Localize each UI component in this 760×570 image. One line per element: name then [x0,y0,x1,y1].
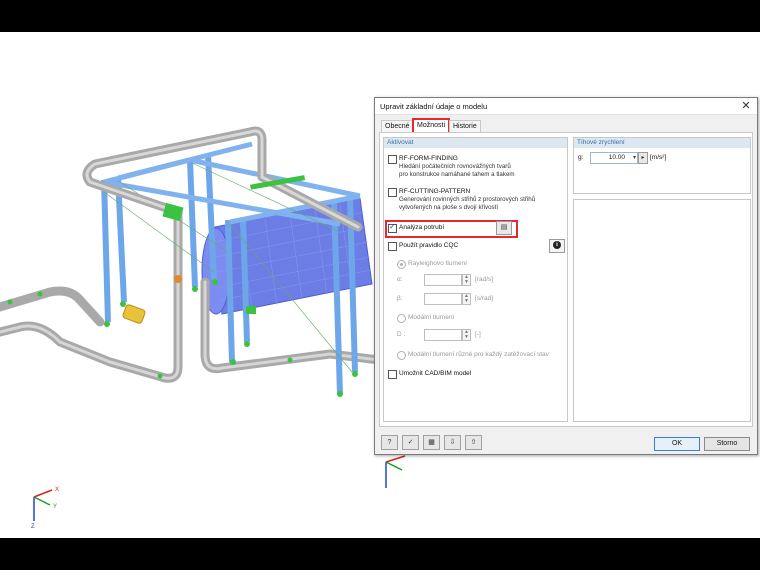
activate-group: Aktivovat RF-FORM-FINDING Hledání počáte… [383,137,568,422]
help-button[interactable]: ? [381,435,398,450]
d-symbol: D : [397,331,406,338]
export-button[interactable]: ⇧ [465,435,482,450]
d-spinner[interactable]: ▲ ▼ [462,329,471,341]
axis-z-label: Z [31,524,35,530]
check-button[interactable]: ✓ [402,435,419,450]
alpha-unit: [rad/s] [475,276,494,283]
modal-each-label: Modální tlumení různé pro každý zatěžova… [408,351,549,358]
beta-symbol: β: [397,295,403,302]
letterbox-bottom [0,538,760,570]
form-finding-desc-2: pro konstrukce namáhané tahem a tlakem [399,171,515,178]
modal-each-radio[interactable] [397,351,406,360]
chevron-down-icon[interactable]: ▾ [633,153,636,163]
empty-group [573,199,751,422]
rayleigh-label: Rayleighovo tlumení [408,260,467,267]
cad-bim-checkbox[interactable] [388,370,397,379]
beta-input[interactable] [424,293,462,305]
d-unit: [-] [475,331,481,338]
gravity-group: Tíhové zrychlení g: 10.00 ▾ ▸ [m/s²] [573,137,751,194]
alpha-input[interactable] [424,274,462,286]
model-base-data-dialog: Upravit základní údaje o modelu ✕ Obecné… [374,97,758,455]
axis-x-label: X [55,487,59,493]
gravity-symbol: g: [578,154,584,161]
gravity-arrow-button[interactable]: ▸ [638,152,648,164]
gravity-group-header: Tíhové zrychlení [574,138,750,148]
beta-spinner[interactable]: ▲ ▼ [462,293,471,305]
cutting-pattern-desc-2: vytvořených na ploše s dvojí křivostí [399,204,499,211]
cqc-checkbox[interactable] [388,242,397,251]
beta-unit: [s/rad] [475,295,494,302]
pipe-analysis-checkbox[interactable] [388,222,397,233]
table-button[interactable]: ▦ [423,435,440,450]
axis-triad-left: X Y Z [31,487,59,530]
axis-y-label: Y [53,504,57,510]
activate-group-header: Aktivovat [384,138,567,148]
valve [174,275,182,283]
dialog-title-bar[interactable]: Upravit základní údaje o modelu ✕ [375,98,757,115]
info-icon[interactable]: i [549,239,565,253]
cutting-pattern-desc-1: Generování rovinných střihů z prostorový… [399,196,536,203]
d-input[interactable] [424,329,462,341]
gravity-value: 10.00 [608,154,625,161]
gravity-input[interactable]: 10.00 ▾ [590,152,638,164]
form-finding-desc-1: Hledání počátečních rovnovážných tvarů [399,163,511,170]
modal-damping-label: Modální tlumení [408,314,455,321]
cutting-pattern-checkbox[interactable] [388,188,397,197]
dialog-title: Upravit základní údaje o modelu [380,102,488,111]
ok-button[interactable]: OK [654,437,700,451]
cqc-label: Použít pravidlo CQC [399,242,459,249]
gravity-unit: [m/s²] [650,154,667,161]
pipe-analysis-label: Analýza potrubí [399,224,445,231]
modal-damping-radio[interactable] [397,314,406,323]
coupling [122,304,146,324]
letterbox-top [0,0,760,32]
rayleigh-radio[interactable] [397,260,406,269]
cancel-button[interactable]: Storno [704,437,750,451]
cad-bim-label: Umožnit CAD/BIM model [399,370,472,377]
form-finding-checkbox[interactable] [388,155,397,164]
form-finding-label: RF-FORM-FINDING [399,155,458,162]
axis-triad-right [385,455,406,488]
alpha-spinner[interactable]: ▲ ▼ [462,274,471,286]
import-button[interactable]: ⇩ [444,435,461,450]
cutting-pattern-label: RF-CUTTING-PATTERN [399,188,471,195]
options-panel: Aktivovat RF-FORM-FINDING Hledání počáte… [379,132,753,427]
close-icon[interactable]: ✕ [739,99,753,113]
alpha-symbol: α: [397,276,403,283]
pipe-settings-button[interactable]: ▤ [496,221,512,235]
